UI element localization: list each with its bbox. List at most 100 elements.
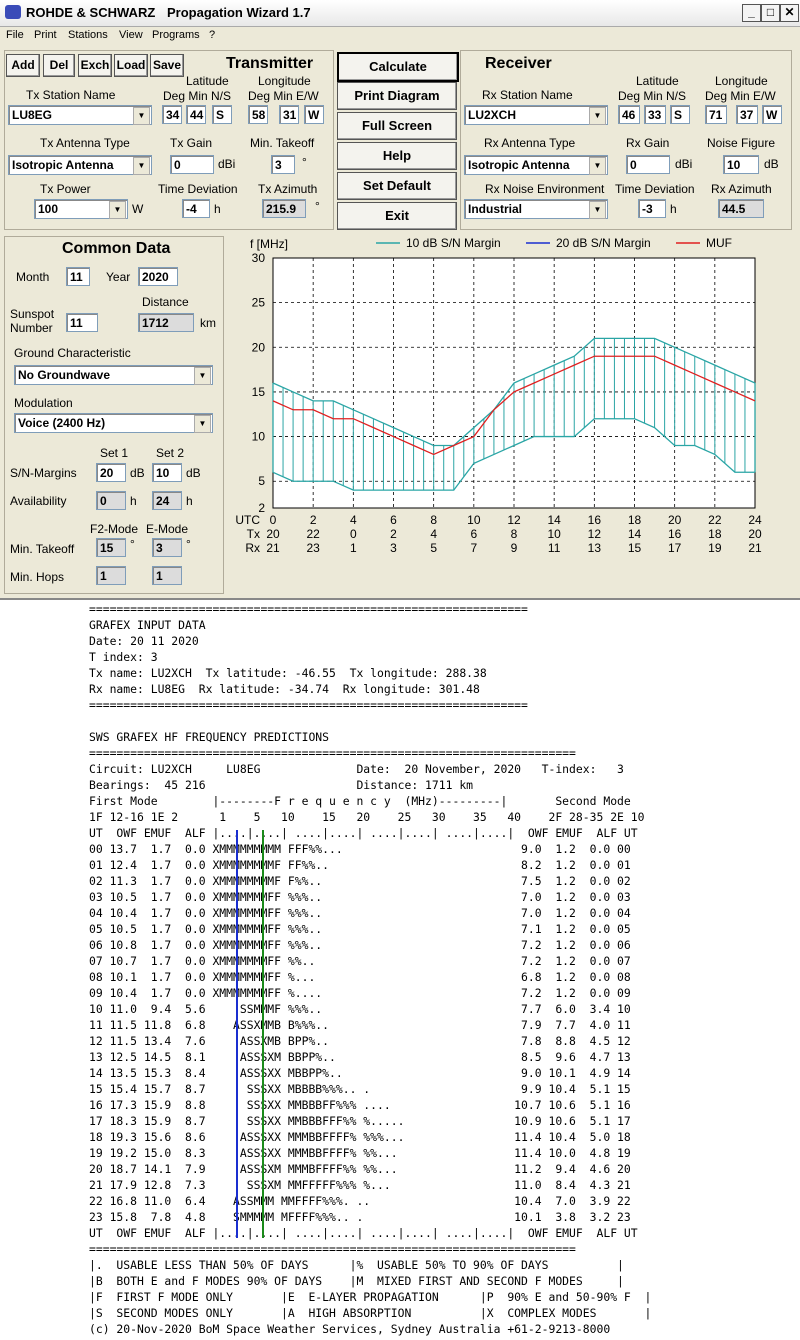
report-line: 10 11.0 9.4 5.6 SSMMMF %%%.. 7.7 6.0 3.4… xyxy=(89,1002,631,1016)
sn-set2-field[interactable]: 10 xyxy=(152,463,182,482)
chevron-down-icon[interactable]: ▼ xyxy=(133,107,150,125)
x-tick-label-rx: 15 xyxy=(628,541,642,555)
tx-lat-deg-field[interactable]: 34 xyxy=(162,105,182,124)
rx-azimuth-field: 44.5 xyxy=(718,199,764,218)
rx-gain-label: Rx Gain xyxy=(626,136,670,150)
tx-lat-min-field[interactable]: 44 xyxy=(186,105,206,124)
menu-view[interactable]: View xyxy=(119,29,143,41)
sunspot-label-line1: Sunspot xyxy=(10,307,55,321)
tx-antenna-select[interactable]: Isotropic Antenna ▼ xyxy=(8,155,152,175)
modulation-label: Modulation xyxy=(14,396,73,410)
tx-azimuth-label: Tx Azimuth xyxy=(258,182,318,196)
chevron-down-icon[interactable]: ▼ xyxy=(133,157,150,175)
report-line: ========================================… xyxy=(89,1242,576,1256)
rx-station-label: Rx Station Name xyxy=(482,88,573,102)
ground-select[interactable]: No Groundwave ▼ xyxy=(14,365,213,385)
report-line: SWS GRAFEX HF FREQUENCY PREDICTIONS xyxy=(89,730,330,744)
sn-set2-unit: dB xyxy=(186,466,201,480)
rx-lat-min-field[interactable]: 33 xyxy=(644,105,666,124)
tx-lon-deg-field[interactable]: 58 xyxy=(248,105,268,124)
takeoff-e-unit: ° xyxy=(186,537,191,551)
maximize-button[interactable]: □ xyxy=(761,4,780,22)
legend-label: MUF xyxy=(706,236,732,250)
tx-lon-ew-field[interactable]: W xyxy=(304,105,324,124)
tx-longitude-sublabel: Deg Min E/W xyxy=(248,89,319,103)
sunspot-field[interactable]: 11 xyxy=(66,313,98,332)
tx-power-unit: W xyxy=(132,202,144,216)
chevron-down-icon[interactable]: ▼ xyxy=(589,201,606,219)
rx-lat-deg-field[interactable]: 46 xyxy=(618,105,640,124)
tx-takeoff-field[interactable]: 3 xyxy=(271,155,295,174)
year-label: Year xyxy=(106,270,131,284)
tx-station-select[interactable]: LU8EG ▼ xyxy=(8,105,152,125)
print-diagram-button[interactable]: Print Diagram xyxy=(337,82,457,110)
min-takeoff-label: Min. Takeoff xyxy=(10,542,75,556)
takeoff-e-field: 3 xyxy=(152,538,182,557)
rx-environment-select[interactable]: Industrial ▼ xyxy=(464,199,608,219)
availability-label: Availability xyxy=(10,494,67,508)
save-button[interactable]: Save xyxy=(150,54,184,77)
set-default-button[interactable]: Set Default xyxy=(337,172,457,200)
chevron-down-icon[interactable]: ▼ xyxy=(194,415,211,433)
minimize-button[interactable]: _ xyxy=(742,4,761,22)
x-tick-label-rx: 9 xyxy=(511,541,518,555)
rx-azimuth-label: Rx Azimuth xyxy=(711,182,772,196)
calculate-button[interactable]: Calculate xyxy=(337,52,459,82)
min-hops-label: Min. Hops xyxy=(10,570,65,584)
year-field[interactable]: 2020 xyxy=(138,267,178,286)
report-line: UT OWF EMUF ALF |....|....| ....|....| .… xyxy=(89,1226,638,1240)
help-button[interactable]: Help xyxy=(337,142,457,170)
exchange-button[interactable]: Exch xyxy=(78,54,112,77)
x-row-label: UTC xyxy=(235,513,260,527)
chevron-down-icon[interactable]: ▼ xyxy=(194,367,211,385)
tx-lat-ns-field[interactable]: S xyxy=(212,105,232,124)
rx-latitude-label: Latitude xyxy=(636,74,679,88)
delete-button[interactable]: Del xyxy=(43,54,75,77)
chevron-down-icon[interactable]: ▼ xyxy=(589,157,606,175)
rx-station-select[interactable]: LU2XCH ▼ xyxy=(464,105,608,125)
exit-button[interactable]: Exit xyxy=(337,202,457,230)
rx-noise-field[interactable]: 10 xyxy=(723,155,759,174)
load-button[interactable]: Load xyxy=(114,54,148,77)
rx-noise-label: Noise Figure xyxy=(707,136,776,150)
x-tick-label-tx: 10 xyxy=(547,527,561,541)
distance-label: Distance xyxy=(142,295,189,309)
rx-lon-ew-field[interactable]: W xyxy=(762,105,782,124)
modulation-select[interactable]: Voice (2400 Hz) ▼ xyxy=(14,413,213,433)
close-button[interactable]: ✕ xyxy=(780,4,799,22)
availability-set1-field: 0 xyxy=(96,491,126,510)
report-line: 16 17.3 15.9 8.8 SSSXX MMBBBFF%%% .... 1… xyxy=(89,1098,631,1112)
tx-takeoff-label: Min. Takeoff xyxy=(250,136,315,150)
set2-label: Set 2 xyxy=(156,446,185,460)
menu-programs[interactable]: Programs xyxy=(152,29,200,41)
menu-help[interactable]: ? xyxy=(209,29,215,41)
rx-lon-min-field[interactable]: 37 xyxy=(736,105,758,124)
menu-file[interactable]: File xyxy=(6,29,24,41)
f2-mode-label: F2-Mode xyxy=(90,522,139,536)
sn-set1-field[interactable]: 20 xyxy=(96,463,126,482)
chevron-down-icon[interactable]: ▼ xyxy=(589,107,606,125)
report-line: Tx name: LU2XCH Tx latitude: -46.55 Tx l… xyxy=(89,666,487,680)
tx-gain-field[interactable]: 0 xyxy=(170,155,214,174)
chevron-down-icon[interactable]: ▼ xyxy=(109,201,126,219)
x-tick-label-tx: 22 xyxy=(306,527,320,541)
rx-antenna-select[interactable]: Isotropic Antenna ▼ xyxy=(464,155,608,175)
rx-gain-field[interactable]: 0 xyxy=(626,155,670,174)
rx-lon-deg-field[interactable]: 71 xyxy=(705,105,727,124)
rx-timedev-field[interactable]: -3 xyxy=(638,199,666,218)
receiver-heading: Receiver xyxy=(485,55,552,72)
rx-antenna-label: Rx Antenna Type xyxy=(484,136,576,150)
menu-stations[interactable]: Stations xyxy=(68,29,108,41)
rx-lat-ns-field[interactable]: S xyxy=(670,105,690,124)
report-line: Rx name: LU8EG Rx latitude: -34.74 Rx lo… xyxy=(89,682,480,696)
full-screen-button[interactable]: Full Screen xyxy=(337,112,457,140)
month-field[interactable]: 11 xyxy=(66,267,90,286)
tx-timedev-field[interactable]: -4 xyxy=(182,199,210,218)
add-button[interactable]: Add xyxy=(6,54,40,77)
y-tick-label: 20 xyxy=(252,340,266,354)
rx-timedev-label: Time Deviation xyxy=(615,182,695,196)
tx-power-select[interactable]: 100 ▼ xyxy=(34,199,128,219)
set1-label: Set 1 xyxy=(100,446,129,460)
tx-lon-min-field[interactable]: 31 xyxy=(279,105,299,124)
menu-print[interactable]: Print xyxy=(34,29,57,41)
